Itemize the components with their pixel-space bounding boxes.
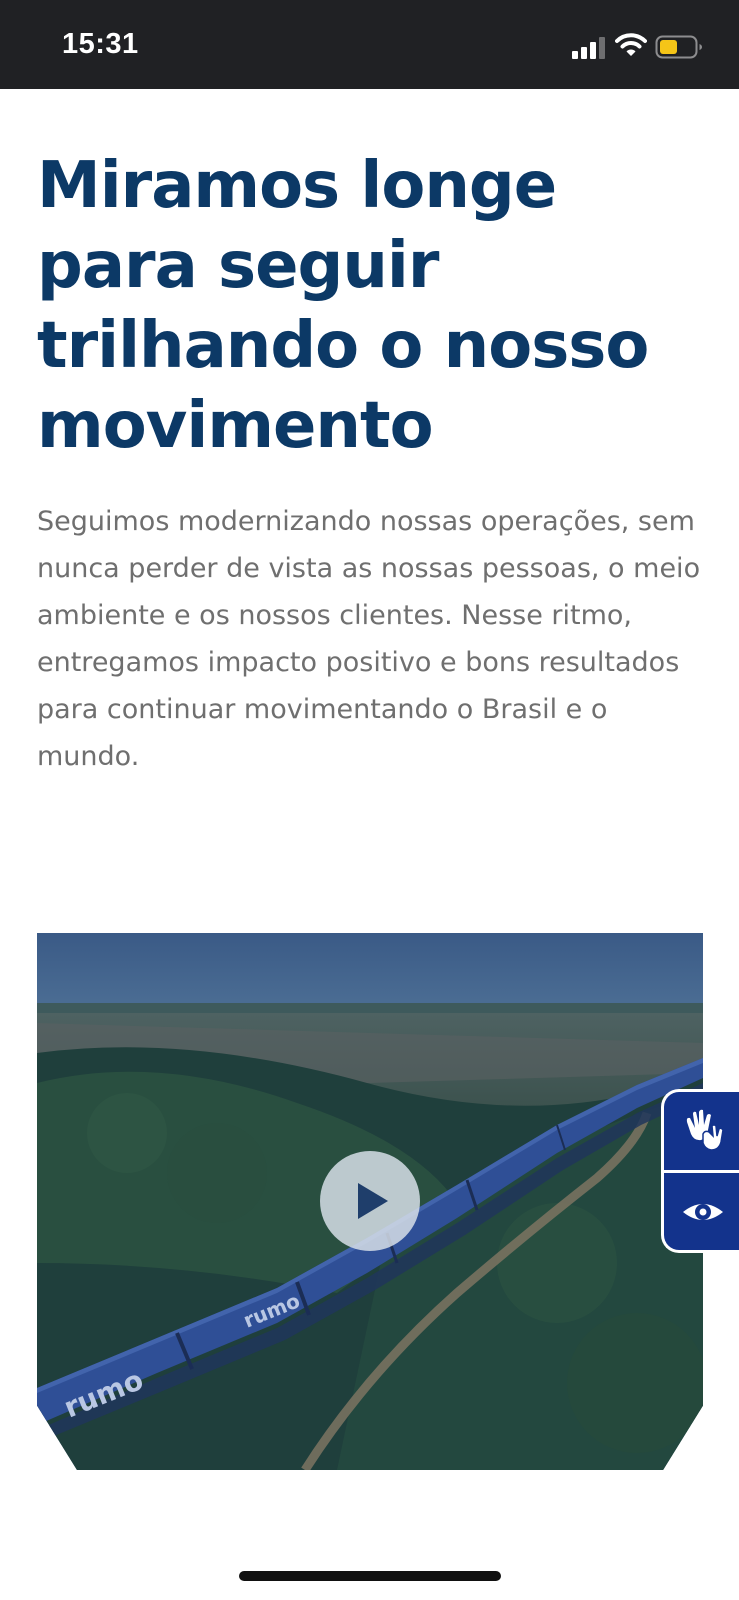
wifi-icon (615, 33, 647, 56)
page-title: Miramos longe para seguir trilhando o no… (37, 149, 649, 463)
status-bar: 15:31 (0, 0, 739, 89)
battery-icon (655, 35, 702, 59)
sign-language-hands-icon (686, 1109, 724, 1151)
visual-accessibility-button[interactable] (664, 1174, 739, 1250)
status-time: 15:31 (62, 28, 139, 60)
sign-language-button[interactable] (664, 1092, 739, 1170)
intro-paragraph: Seguimos modernizando nossas operações, … (37, 506, 701, 772)
play-button[interactable] (320, 1151, 420, 1251)
play-icon (358, 1183, 388, 1219)
home-indicator[interactable] (239, 1571, 501, 1581)
accessibility-panel (661, 1089, 739, 1253)
video-player[interactable]: rumo rumo (37, 933, 703, 1470)
divider (664, 1170, 739, 1173)
eye-icon (683, 1204, 723, 1220)
signal-icon (572, 35, 606, 59)
